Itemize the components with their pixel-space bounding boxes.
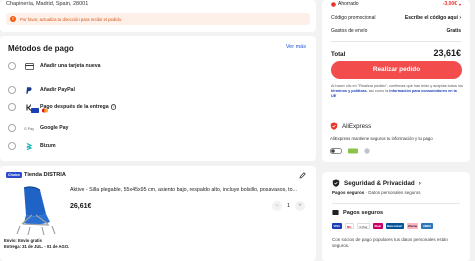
bizum-icon <box>24 142 34 150</box>
product-title[interactable]: Aktive - Silla plegable, 55x45x95 cm, as… <box>70 187 310 193</box>
shipping-cost-label: Gastos de envío <box>331 28 368 34</box>
shipping-cost-value: Gratis <box>446 28 461 34</box>
place-order-button[interactable]: Realizar pedido <box>331 61 462 79</box>
payment-option-label: Añadir PayPal <box>40 87 75 93</box>
payment-option-label: Añadir una tarjeta nueva <box>40 63 101 69</box>
promo-code-label: Código promocional <box>331 15 376 21</box>
security-privacy-card: Seguridad & Privacidad › Pagos seguros ·… <box>322 172 470 261</box>
google-pay-logo: G Pay <box>356 223 370 229</box>
total-row: Total 23,61€ <box>331 48 461 58</box>
payment-option-after-delivery[interactable]: Pago después de la entrega ? <box>8 102 117 112</box>
saved-label: Ahorrado <box>338 1 359 7</box>
increase-button[interactable]: + <box>295 201 306 211</box>
trust-icons <box>330 148 370 154</box>
secure-payments-title: Pagos seguros <box>343 209 384 216</box>
address-card: Chapinería, Madrid, Spain, 28001 ! Por f… <box>0 0 316 32</box>
divider <box>331 41 461 42</box>
google-pay-icon: G Pay <box>24 125 34 132</box>
visa-logo: VISA <box>332 223 342 229</box>
ideal-logo: iDeal <box>372 223 383 229</box>
aliexpress-trust-card: AliExpress AliExpress mantiene seguros t… <box>322 116 470 162</box>
shipping-info: Envío: Envío gratis Entrega: 31 de JUL. … <box>4 238 69 249</box>
edit-icon[interactable] <box>299 172 306 179</box>
product-image[interactable] <box>8 184 58 239</box>
promo-code-input[interactable]: Escribe el código aquí › <box>405 15 461 21</box>
toggle-icon <box>330 148 342 154</box>
quantity-stepper: − 1 + <box>272 201 306 211</box>
aliexpress-name: AliExpress <box>342 122 372 130</box>
delivery-date: Entrega: 31 de JUL. - 01 de AGO. <box>4 243 70 249</box>
saved-value[interactable]: -3,00€ ▾ <box>443 1 461 7</box>
klarna-icon <box>24 103 34 111</box>
payment-methods-card: Métodos de pago Ver más Añadir una tarje… <box>0 36 316 161</box>
security-subtitle: Pagos seguros · Datos personales seguros <box>332 190 421 195</box>
store-name[interactable]: Tienda DISTRIA <box>24 172 66 178</box>
saved-row: Ahorrado -3,00€ ▾ <box>331 1 461 7</box>
payment-option-bizum[interactable]: Bizum <box>8 141 56 151</box>
payment-methods-title: Métodos de pago <box>8 44 74 53</box>
terms-link[interactable]: términos y políticas <box>331 89 367 93</box>
secure-payments-header: Pagos seguros <box>332 209 383 216</box>
shield-icon <box>330 122 338 130</box>
promo-code-row[interactable]: Código promocional Escribe el código aqu… <box>331 15 461 21</box>
address-warning: ! Por favor, actualiza tu dirección para… <box>6 13 310 25</box>
radio-button[interactable] <box>8 62 16 70</box>
choice-badge: Choice <box>6 172 22 178</box>
secure-payments-description: Con socios de pago populares tus datos p… <box>332 237 448 248</box>
chevron-down-icon: ▾ <box>458 1 461 7</box>
aliexpress-description: AliExpress mantiene seguros tu informaci… <box>330 136 433 141</box>
chevron-right-icon: › <box>418 179 421 187</box>
shield-check-icon <box>332 179 340 187</box>
aliexpress-header: AliExpress <box>330 122 371 130</box>
payment-option-label: Pago después de la entrega <box>40 104 109 110</box>
total-value: 23,61€ <box>433 48 461 58</box>
paypal-icon <box>24 86 34 94</box>
store-card: Choice Tienda DISTRIA Aktive - Silla ple… <box>0 166 316 261</box>
payment-logos: VISA MC G Pay iDeal Bancontact Klarna AM… <box>332 223 433 229</box>
decrease-button[interactable]: − <box>272 201 282 211</box>
warning-text: Por favor, actualiza tu dirección para r… <box>20 16 123 22</box>
warning-icon: ! <box>10 16 16 22</box>
amex-logo: AMEX <box>421 223 433 229</box>
payment-option-label: Google Pay <box>40 125 69 131</box>
divider <box>332 203 460 204</box>
help-icon[interactable]: ? <box>110 104 117 110</box>
payment-option-label: Bizum <box>40 143 56 149</box>
quantity-value: 1 <box>287 203 291 209</box>
mastercard-logo: MC <box>344 223 354 229</box>
radio-button[interactable] <box>8 124 16 132</box>
payment-option-paypal[interactable]: Añadir PayPal <box>8 85 75 95</box>
svg-text:G Pay: G Pay <box>24 127 34 131</box>
product-price: 26,61€ <box>70 203 92 210</box>
card-icon <box>332 210 339 215</box>
radio-button[interactable] <box>8 103 16 111</box>
radio-button[interactable] <box>8 86 16 94</box>
bancontact-logo: Bancontact <box>385 223 404 229</box>
see-more-link[interactable]: Ver más <box>286 44 306 50</box>
coupon-icon <box>331 1 336 7</box>
security-header[interactable]: Seguridad & Privacidad › <box>332 179 421 187</box>
legal-notice: Al hacer clic en "Realizar pedido", conf… <box>331 84 463 98</box>
radio-button[interactable] <box>8 142 16 150</box>
klarna-logo: Klarna <box>406 223 419 229</box>
chevron-right-icon: › <box>459 15 461 21</box>
credit-card-icon <box>24 62 34 70</box>
security-title: Seguridad & Privacidad <box>344 179 415 187</box>
badge-icon <box>364 148 370 154</box>
total-label: Total <box>331 51 346 58</box>
address-text: Chapinería, Madrid, Spain, 28001 <box>6 1 89 7</box>
shipping-cost-row: Gastos de envío Gratis <box>331 28 461 34</box>
verified-icon <box>348 148 358 154</box>
payment-option-card[interactable]: Añadir una tarjeta nueva <box>8 61 101 71</box>
payment-option-google-pay[interactable]: G Pay Google Pay <box>8 123 69 133</box>
